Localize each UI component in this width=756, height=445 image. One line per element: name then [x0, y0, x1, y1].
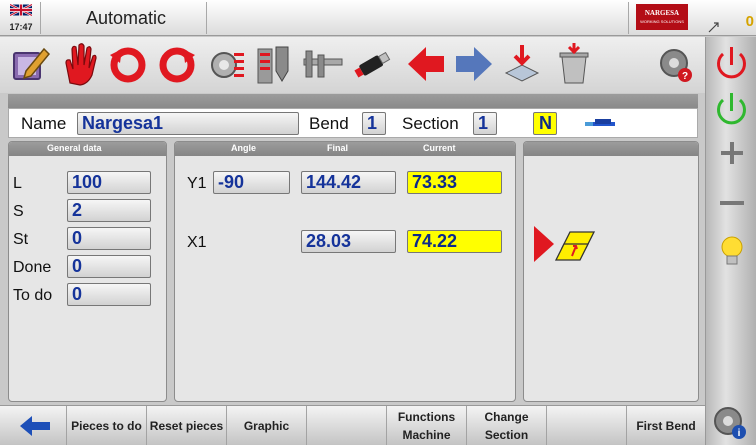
empty-button[interactable]	[307, 406, 387, 445]
empty-button[interactable]	[547, 406, 627, 445]
program-name-field[interactable]: Nargesa1	[77, 112, 299, 135]
stop-hand-icon[interactable]	[58, 41, 102, 87]
svg-text:i: i	[738, 428, 741, 439]
angle-header: Angle	[231, 143, 257, 153]
rotate-left-icon[interactable]	[106, 41, 150, 87]
divider	[40, 2, 41, 34]
graphic-header	[524, 142, 698, 156]
pieces-to-do-button[interactable]: Pieces to do	[67, 406, 147, 445]
x1-current-field: 74.22	[407, 230, 502, 253]
pieces-to-do-label: Pieces to do	[71, 419, 142, 433]
back-button[interactable]	[0, 406, 67, 445]
bottom-bar: Pieces to do Reset pieces Graphic Functi…	[0, 405, 705, 445]
s-field[interactable]: 2	[67, 199, 151, 222]
s-label: S	[13, 203, 24, 220]
svg-text:?: ?	[682, 71, 688, 82]
program-lines-icon[interactable]	[204, 41, 248, 87]
x1-final-field[interactable]: 28.03	[301, 230, 396, 253]
to-do-label: To do	[13, 287, 53, 304]
toolbar: ?	[0, 37, 705, 93]
axes-header: Angle Final Current	[175, 142, 515, 156]
back-arrow-icon	[20, 416, 50, 436]
caliper-icon[interactable]	[300, 41, 344, 87]
functions-machine-button[interactable]: Functions Machine	[387, 406, 467, 445]
l-field[interactable]: 100	[67, 171, 151, 194]
trash-icon[interactable]	[552, 41, 596, 87]
language-flag-button[interactable]: 17:47	[2, 2, 38, 34]
header-strip	[8, 94, 698, 108]
bend-direction-graphic	[534, 226, 596, 262]
divider	[206, 2, 207, 34]
done-field: 0	[67, 255, 151, 278]
x1-label: X1	[187, 234, 207, 251]
reset-pieces-button[interactable]: Reset pieces	[147, 406, 227, 445]
light-bulb-button[interactable]	[706, 227, 756, 277]
right-control-column: i	[705, 37, 756, 445]
settings-help-icon[interactable]: ?	[654, 41, 698, 87]
final-header: Final	[327, 143, 349, 153]
tool-shape-icon	[585, 119, 615, 126]
edit-icon[interactable]	[8, 41, 52, 87]
done-label: Done	[13, 259, 52, 276]
tooling-icon[interactable]	[252, 41, 296, 87]
plus-button[interactable]	[706, 129, 756, 179]
program-info-row: Name Nargesa1 Bend 1 Section 1 N	[8, 108, 698, 138]
clock: 17:47	[9, 22, 33, 32]
power-on-green-button[interactable]	[706, 85, 756, 135]
arrow-right-icon[interactable]	[452, 41, 496, 87]
first-bend-button[interactable]: First Bend	[627, 406, 705, 445]
section-field[interactable]: 1	[473, 112, 497, 135]
current-header: Current	[423, 143, 456, 153]
y1-label: Y1	[187, 175, 207, 192]
rotate-right-icon[interactable]	[155, 41, 199, 87]
axes-panel: Angle Final Current Y1 -90 144.42 73.33 …	[174, 141, 516, 402]
to-do-field: 0	[67, 283, 151, 306]
power-off-red-button[interactable]	[706, 39, 756, 89]
uk-flag-icon	[10, 3, 32, 17]
counter-area: 0	[705, 0, 756, 36]
change-section-button[interactable]: Change Section	[467, 406, 547, 445]
general-data-header: General data	[9, 142, 166, 156]
n-badge: N	[533, 112, 557, 135]
minus-button[interactable]	[706, 179, 756, 229]
machine-label: Machine	[402, 428, 451, 442]
section-label: Section	[402, 114, 459, 133]
arrow-left-icon[interactable]	[404, 41, 448, 87]
info-settings-button[interactable]: i	[706, 397, 756, 445]
mode-title: Automatic	[86, 8, 167, 28]
download-icon[interactable]	[500, 41, 544, 87]
first-bend-label: First Bend	[636, 419, 696, 433]
change-label: Change	[484, 410, 529, 424]
st-label: St	[13, 231, 29, 248]
usb-icon[interactable]	[350, 41, 394, 87]
y1-angle-field[interactable]: -90	[213, 171, 290, 194]
reset-pieces-label: Reset pieces	[149, 419, 224, 433]
st-field[interactable]: 0	[67, 227, 151, 250]
section-label-bottom: Section	[484, 428, 529, 442]
brand-name: NARGESA	[644, 9, 680, 17]
general-data-title: General data	[47, 143, 102, 153]
counter-value: 0	[745, 13, 754, 30]
brand-logo: NARGESA WORKING SOLUTIONS	[636, 4, 688, 30]
top-bar: 17:47 Automatic NARGESA WORKING SOLUTION…	[0, 0, 705, 36]
l-label: L	[13, 175, 22, 192]
direction-arrow-icon	[534, 226, 554, 262]
bend-field[interactable]: 1	[362, 112, 386, 135]
brand-tagline: WORKING SOLUTIONS	[640, 19, 684, 24]
y1-final-field[interactable]: 144.42	[301, 171, 396, 194]
graphic-button[interactable]: Graphic	[227, 406, 307, 445]
y1-current-field: 73.33	[407, 171, 502, 194]
divider	[628, 2, 629, 34]
functions-label: Functions	[397, 410, 456, 424]
general-data-panel: General data L 100 S 2 St 0 Done 0 To do…	[8, 141, 167, 402]
bend-label: Bend	[309, 114, 349, 133]
graphic-panel	[523, 141, 699, 402]
name-label: Name	[21, 114, 67, 133]
axis-arrow-icon	[708, 22, 719, 33]
graphic-label: Graphic	[243, 419, 290, 433]
